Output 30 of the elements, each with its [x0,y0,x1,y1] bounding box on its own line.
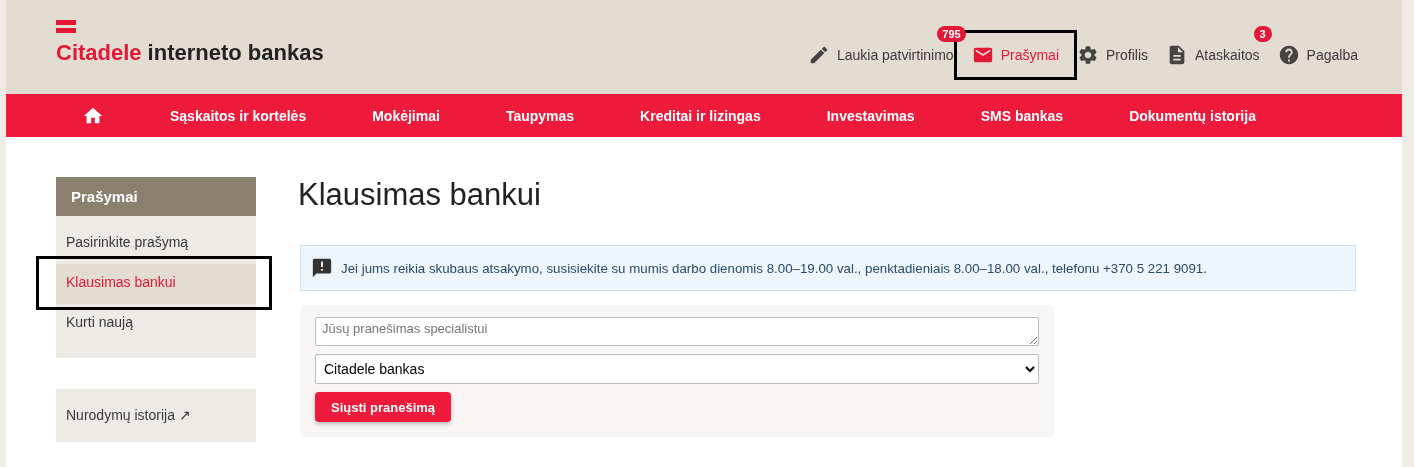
page-title: Klausimas bankui [298,177,542,213]
nav-item[interactable]: Investavimas [826,107,915,124]
send-button[interactable]: Siųsti pranešimą [315,392,452,422]
sidebar-item[interactable]: Kurti naują [56,304,256,344]
logo-subtitle: interneto bankas [147,40,324,66]
logo-stripes-icon [56,20,76,34]
count-badge: 795 [937,26,966,42]
sidebar-heading: Prašymai [56,177,256,216]
nav-item[interactable]: Mokėjimai [372,107,440,124]
nav-item[interactable]: Dokumentų istorija [1129,107,1256,124]
external-link[interactable]: Nurodymų istorija ↗ [56,389,256,442]
top-link[interactable]: Prašymai [967,40,1063,70]
recipient-select[interactable]: Citadele bankas [315,354,1039,384]
nav-item[interactable]: Sąskaitos ir kortelės [170,107,307,124]
sidebar-item[interactable]: Pasirinkite prašymą [56,224,256,264]
nav-item[interactable]: SMS bankas [980,107,1064,124]
top-link[interactable]: Laukia patvirtinimo [803,40,958,70]
nav-item[interactable]: Kreditai ir lizingas [640,107,761,124]
message-field[interactable]: Jūsų pranešimas specialistui [315,317,1039,346]
help-icon [1277,44,1300,66]
logo-brand: Citadele [56,40,142,66]
sidebar-item[interactable]: Klausimas bankui [56,264,256,304]
top-link[interactable]: Profilis [1073,40,1152,70]
top-link[interactable]: Ataskaitos [1162,40,1264,70]
top-link[interactable]: Pagalba [1273,40,1362,70]
count-badge: 3 [1253,26,1272,42]
nav-item[interactable]: Taupymas [505,107,575,124]
info-text: Jei jums reikia skubaus atsakymo, susisiekite su mumis darbo dienomis 8.00–19.00 val., penktadieniais 8.00–18.00 val., telefonu +370 5 221 9091. [341,260,1207,276]
alert-icon [311,257,333,279]
settings-icon [1077,44,1099,66]
